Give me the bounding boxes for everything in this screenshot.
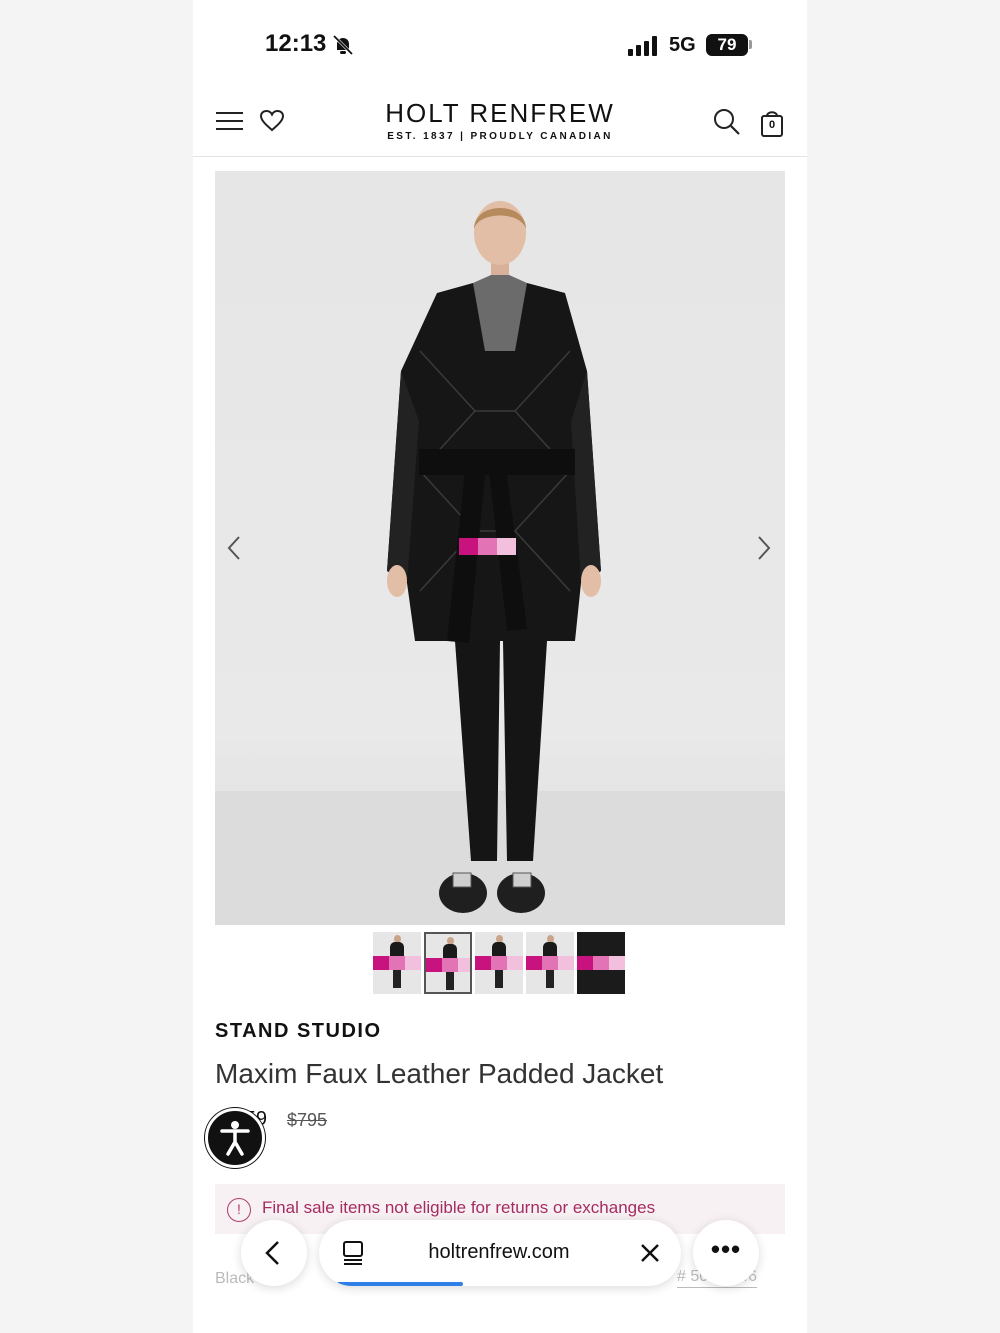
status-time: 12:13 xyxy=(265,30,327,57)
redaction-marker xyxy=(459,538,516,555)
previous-image-chevron-icon[interactable] xyxy=(223,533,247,563)
info-icon: ! xyxy=(227,1198,251,1222)
product-main-image[interactable] xyxy=(215,171,785,925)
accessibility-icon xyxy=(220,1121,250,1156)
next-image-chevron-icon[interactable] xyxy=(751,533,775,563)
url-text[interactable]: holtrenfrew.com xyxy=(389,1241,609,1264)
thumbnail-1[interactable] xyxy=(373,932,421,994)
battery-icon: 79 xyxy=(706,34,748,56)
tab-overview-icon[interactable] xyxy=(341,1240,365,1266)
wishlist-heart-icon[interactable] xyxy=(259,108,285,134)
search-icon[interactable] xyxy=(713,108,741,136)
back-chevron-icon xyxy=(265,1241,279,1265)
battery-nub xyxy=(749,40,752,49)
page-load-progress xyxy=(337,1282,463,1286)
network-type: 5G xyxy=(669,34,696,56)
original-price: $795 xyxy=(287,1110,328,1130)
hamburger-menu-icon[interactable] xyxy=(216,112,243,132)
stop-loading-close-icon[interactable] xyxy=(639,1242,661,1264)
signal-strength-icon xyxy=(628,34,660,56)
thumbnail-5[interactable] xyxy=(577,932,625,994)
bag-count: 0 xyxy=(768,119,776,131)
product-title: Maxim Faux Leather Padded Jacket xyxy=(215,1058,664,1089)
thumbnail-strip xyxy=(373,932,627,996)
phone-screen: 12:13 5G 79 HOLT RENFREW EST. 1837 | PRO… xyxy=(193,0,807,1333)
thumbnail-4[interactable] xyxy=(526,932,574,994)
accessibility-button[interactable] xyxy=(205,1108,265,1168)
address-bar[interactable]: holtrenfrew.com xyxy=(319,1220,681,1286)
more-options-button[interactable]: ••• xyxy=(693,1220,759,1286)
logo-name: HOLT RENFREW xyxy=(385,98,615,128)
status-bar: 12:13 5G 79 xyxy=(193,0,807,90)
thumbnail-3[interactable] xyxy=(475,932,523,994)
site-header: HOLT RENFREW EST. 1837 | PROUDLY CANADIA… xyxy=(193,90,807,157)
browser-back-button[interactable] xyxy=(241,1220,307,1286)
holt-renfrew-logo[interactable]: HOLT RENFREW EST. 1837 | PROUDLY CANADIA… xyxy=(373,98,627,142)
final-sale-text: Final sale items not eligible for return… xyxy=(262,1198,656,1217)
silent-bell-icon xyxy=(332,34,354,56)
thumbnail-2[interactable] xyxy=(424,932,472,994)
shopping-bag-button[interactable]: 0 xyxy=(759,108,785,138)
product-brand[interactable]: STAND STUDIO xyxy=(215,1020,382,1043)
logo-tagline: EST. 1837 | PROUDLY CANADIAN xyxy=(387,131,613,142)
